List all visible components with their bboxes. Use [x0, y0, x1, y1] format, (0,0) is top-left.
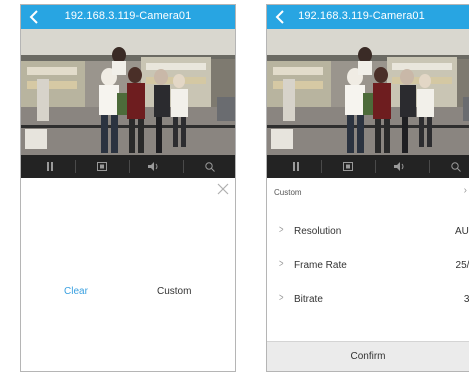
control-divider	[375, 160, 376, 173]
chevron-right-icon: >	[278, 258, 284, 270]
close-icon[interactable]	[217, 183, 229, 195]
title-bar: 192.168.3.119-Camera01	[267, 5, 469, 29]
control-divider	[75, 160, 76, 173]
setting-row-bitrate[interactable]: > Bitrate 32	[267, 281, 469, 315]
setting-value: AUT	[455, 226, 469, 237]
custom-section-label: Custom	[274, 188, 302, 197]
setting-value: 25/3	[455, 260, 469, 271]
setting-row-resolution[interactable]: > Resolution AUT	[267, 213, 469, 247]
phone-screen-quality-picker: 192.168.3.119-Camera01 Clear Custom	[20, 4, 236, 372]
control-divider	[129, 160, 130, 173]
setting-label: Frame Rate	[294, 260, 347, 271]
pause-icon[interactable]	[281, 155, 311, 178]
playback-control-bar	[267, 155, 469, 178]
playback-control-bar	[21, 155, 235, 178]
chevron-right-icon: >	[278, 224, 284, 236]
live-video-view[interactable]	[267, 29, 469, 155]
camera-title: 192.168.3.119-Camera01	[64, 10, 192, 22]
chevron-right-icon: >	[278, 292, 284, 304]
clear-quality-option[interactable]: Clear	[64, 286, 88, 297]
speaker-icon[interactable]	[139, 155, 169, 178]
zoom-icon[interactable]	[195, 155, 225, 178]
record-icon[interactable]	[333, 155, 363, 178]
control-divider	[321, 160, 322, 173]
setting-label: Resolution	[294, 226, 342, 237]
live-video-view[interactable]	[21, 29, 235, 155]
confirm-button[interactable]: Confirm	[267, 341, 469, 371]
zoom-icon[interactable]	[441, 155, 469, 178]
control-divider	[183, 160, 184, 173]
setting-value: 32	[463, 294, 469, 305]
chevron-right-icon[interactable]: ›	[464, 185, 467, 196]
pause-icon[interactable]	[35, 155, 65, 178]
setting-row-frame-rate[interactable]: > Frame Rate 25/3	[267, 247, 469, 281]
control-divider	[429, 160, 430, 173]
title-bar: 192.168.3.119-Camera01	[21, 5, 235, 29]
setting-label: Bitrate	[294, 294, 323, 305]
camera-title: 192.168.3.119-Camera01	[298, 10, 425, 22]
custom-quality-option[interactable]: Custom	[157, 286, 191, 297]
record-icon[interactable]	[87, 155, 117, 178]
speaker-icon[interactable]	[385, 155, 415, 178]
phone-screen-custom-settings: 192.168.3.119-Camera01 Custom › > Resolu…	[266, 4, 469, 372]
